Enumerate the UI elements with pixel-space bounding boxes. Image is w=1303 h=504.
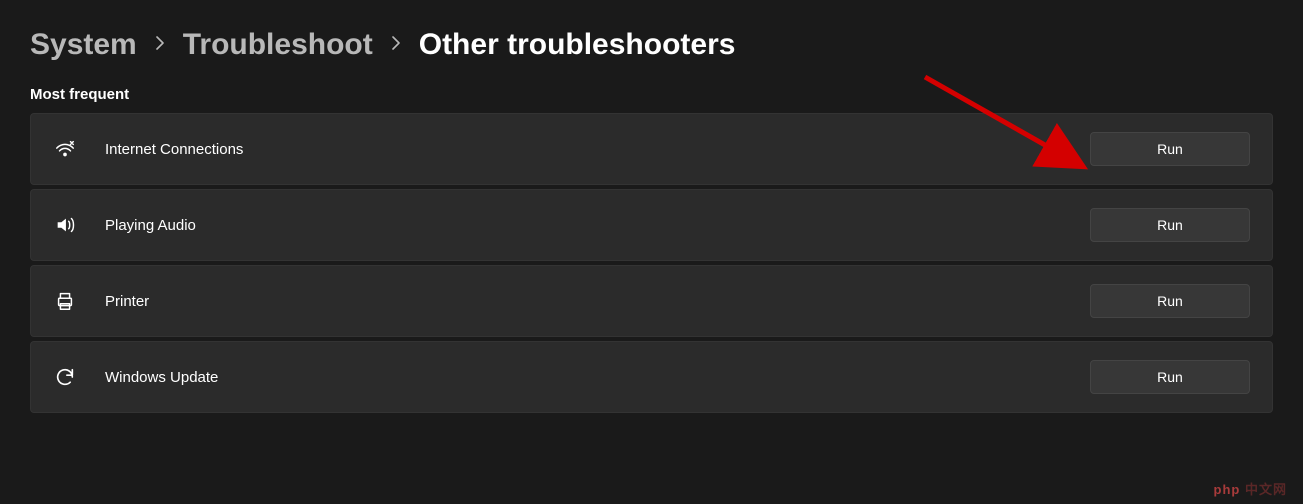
- troubleshooter-playing-audio: Playing Audio Run: [30, 189, 1273, 261]
- troubleshooter-list: Internet Connections Run Playing Audio R…: [30, 113, 1273, 413]
- run-button[interactable]: Run: [1090, 132, 1250, 166]
- breadcrumb: System Troubleshoot Other troubleshooter…: [30, 28, 1273, 62]
- audio-icon: [53, 213, 77, 237]
- troubleshooter-label: Printer: [105, 293, 1062, 310]
- chevron-right-icon: [391, 36, 401, 55]
- troubleshooter-windows-update: Windows Update Run: [30, 341, 1273, 413]
- run-button[interactable]: Run: [1090, 284, 1250, 318]
- run-button[interactable]: Run: [1090, 360, 1250, 394]
- breadcrumb-system[interactable]: System: [30, 28, 137, 62]
- watermark: php 中文网: [1214, 479, 1287, 498]
- troubleshooter-printer: Printer Run: [30, 265, 1273, 337]
- run-button[interactable]: Run: [1090, 208, 1250, 242]
- breadcrumb-current: Other troubleshooters: [419, 28, 736, 62]
- breadcrumb-troubleshoot[interactable]: Troubleshoot: [183, 28, 373, 62]
- section-title: Most frequent: [30, 86, 1273, 103]
- wifi-tool-icon: [53, 137, 77, 161]
- update-icon: [53, 365, 77, 389]
- chevron-right-icon: [155, 36, 165, 55]
- troubleshooter-internet-connections: Internet Connections Run: [30, 113, 1273, 185]
- printer-icon: [53, 289, 77, 313]
- troubleshooter-label: Internet Connections: [105, 141, 1062, 158]
- troubleshooter-label: Windows Update: [105, 369, 1062, 386]
- troubleshooter-label: Playing Audio: [105, 217, 1062, 234]
